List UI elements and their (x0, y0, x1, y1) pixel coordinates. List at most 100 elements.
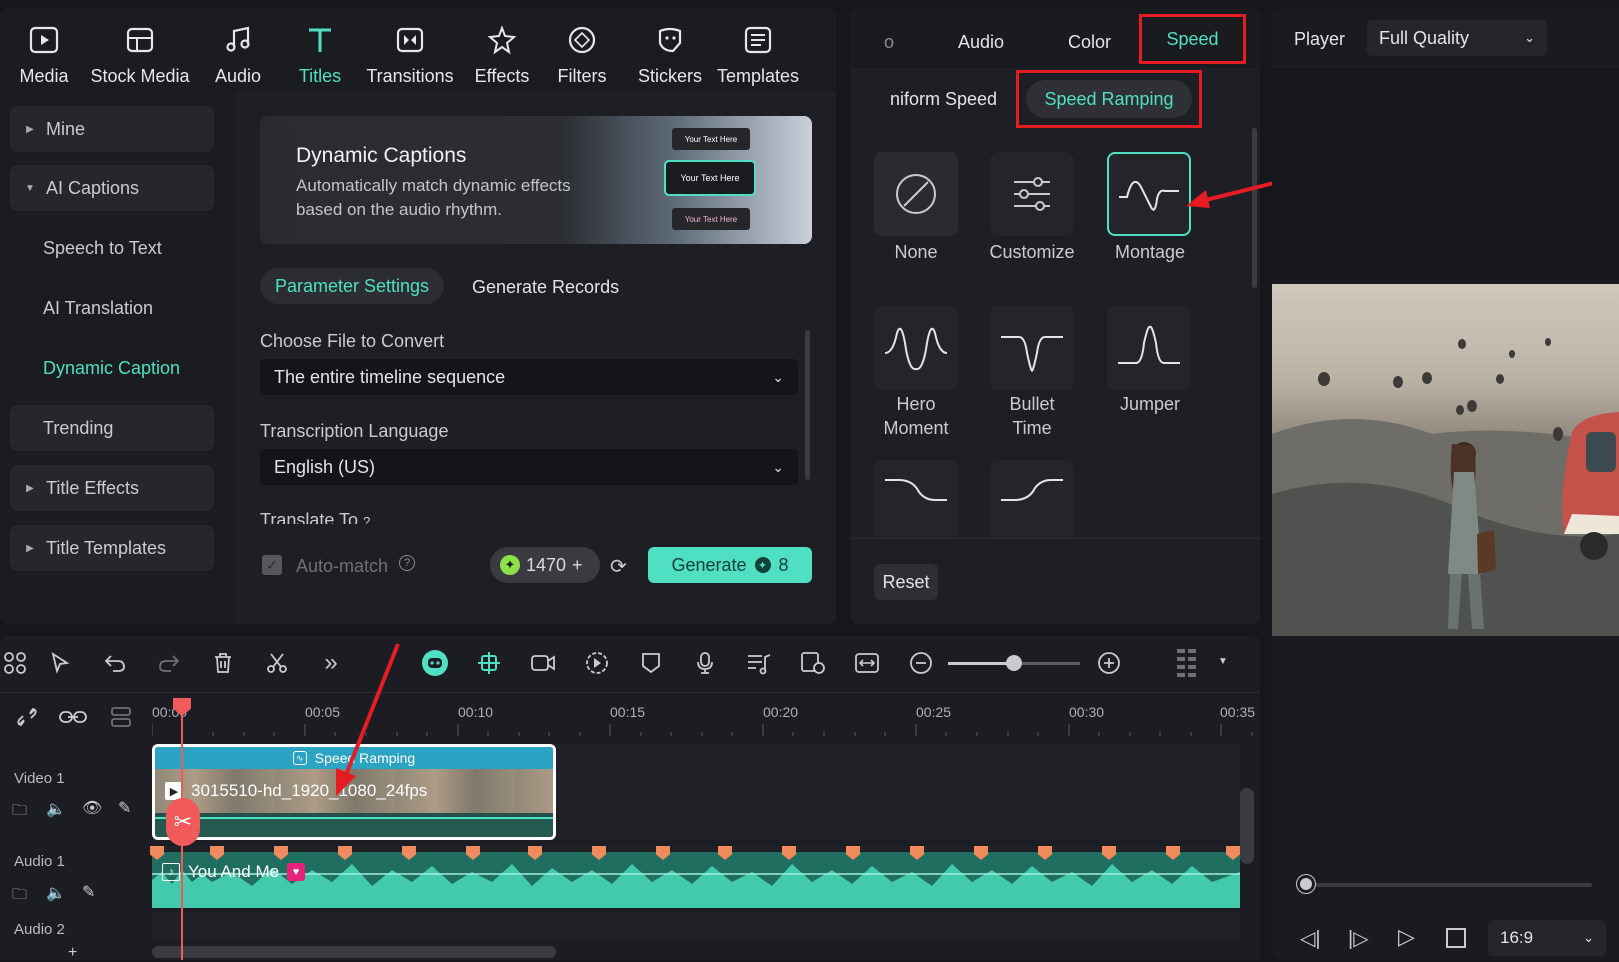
preset-hero-moment[interactable] (874, 306, 958, 390)
lock-icon[interactable]: 🗀 (12, 884, 27, 909)
zoom-slider-knob[interactable] (1006, 655, 1022, 671)
nav-stickers[interactable]: Stickers (634, 14, 706, 87)
snap-icon[interactable] (474, 648, 504, 678)
speed-ramp-badge-icon: ∿ (292, 751, 307, 765)
tab-generate-records[interactable]: Generate Records (472, 277, 619, 298)
titles-t-icon (305, 14, 335, 66)
timeline-layout-icon[interactable] (1172, 648, 1202, 678)
form-scrollbar[interactable] (805, 330, 810, 480)
banner-thumb-caption-1: Your Text Here (672, 128, 750, 150)
audio-list-icon[interactable] (744, 648, 774, 678)
timeline-horizontal-scrollbar[interactable] (152, 946, 556, 958)
reset-button[interactable]: Reset (874, 564, 938, 600)
subtab-uniform-speed[interactable]: niform Speed (890, 89, 997, 110)
transcription-language-dropdown[interactable]: English (US) ⌄ (260, 449, 798, 485)
lock-icon[interactable]: 🗀 (12, 800, 27, 825)
speaker-icon[interactable]: 🔈 (46, 883, 66, 903)
nav-transitions[interactable]: Transitions (364, 14, 456, 87)
aspect-dropdown[interactable]: 16:9 ⌄ (1488, 920, 1606, 956)
play-icon[interactable]: ▷ (1398, 924, 1415, 950)
fit-width-icon[interactable] (852, 648, 882, 678)
clip-audio-line (155, 817, 553, 837)
player-progress-track[interactable] (1300, 883, 1592, 887)
zoom-out-icon[interactable] (906, 648, 936, 678)
nav-media[interactable]: Media (12, 14, 76, 87)
magic-wand-icon[interactable]: ✎ (82, 882, 95, 902)
tab-color[interactable]: Color (1068, 32, 1111, 53)
quality-dropdown[interactable]: Full Quality ⌄ (1367, 20, 1547, 56)
track-label-audio-1: Audio 1 (14, 853, 65, 870)
subtab-speed-ramping[interactable]: Speed Ramping (1026, 80, 1192, 118)
eye-icon[interactable]: 👁 (82, 798, 102, 818)
sidebar-item-ai-captions[interactable]: ▼ AI Captions (10, 165, 214, 211)
sidebar-item-title-templates[interactable]: ▶ Title Templates (10, 525, 214, 571)
tab-speed[interactable]: Speed (1139, 14, 1246, 64)
record-video-icon[interactable] (528, 648, 558, 678)
sidebar-item-ai-translation[interactable]: AI Translation (10, 285, 214, 331)
player-progress-knob[interactable] (1296, 875, 1315, 893)
undo-icon[interactable] (100, 648, 130, 678)
sidebar-item-mine[interactable]: ▶ Mine (10, 106, 214, 152)
jumper-curve-icon (1118, 325, 1180, 364)
track-manage-icon[interactable] (106, 702, 136, 732)
link-icon[interactable] (58, 702, 88, 732)
preset-customize[interactable] (990, 152, 1074, 236)
audio-clip-name-row: ♪ You And Me ♥ (162, 862, 306, 882)
auto-match-checkbox[interactable]: ✓ (262, 555, 282, 575)
nav-templates[interactable]: Templates (716, 14, 800, 87)
tab-parameter-settings[interactable]: Parameter Settings (260, 268, 444, 304)
sidebar-item-dynamic-caption[interactable]: Dynamic Caption (10, 345, 214, 391)
magic-wand-icon[interactable]: ✎ (118, 798, 131, 818)
auto-caption-icon[interactable] (798, 648, 828, 678)
ai-robot-icon[interactable] (420, 648, 450, 678)
generate-button[interactable]: Generate ✦ 8 (648, 547, 812, 583)
stickers-icon (655, 14, 685, 66)
playhead-scissors-icon[interactable]: ✂ (166, 798, 200, 846)
nav-filters[interactable]: Filters (554, 14, 610, 87)
credits-pill[interactable]: ✦ 1470 + (490, 547, 600, 583)
zoom-in-icon[interactable] (1094, 648, 1124, 678)
prev-frame-icon[interactable]: ◁| (1300, 926, 1321, 951)
unlink-icon[interactable] (12, 702, 42, 732)
chevron-down-icon[interactable]: ▼ (1218, 656, 1228, 667)
select-cursor-icon[interactable] (46, 648, 76, 678)
marker-shield-icon[interactable] (636, 648, 666, 678)
preset-bullet-time[interactable] (990, 306, 1074, 390)
nav-titles[interactable]: Titles (292, 14, 348, 87)
speaker-icon[interactable]: 🔈 (46, 799, 66, 819)
sidebar-item-title-effects[interactable]: ▶ Title Effects (10, 465, 214, 511)
preset-hero-moment-label: Hero Moment (883, 394, 949, 438)
audio-clip[interactable]: ♪ You And Me ♥ (152, 852, 1240, 908)
preset-montage[interactable] (1107, 152, 1191, 236)
chevron-right-icon: ▶ (26, 123, 34, 135)
speed-clip-icon[interactable] (582, 648, 612, 678)
layout-grid-icon[interactable] (0, 648, 30, 678)
ruler-label: 00:25 (916, 704, 952, 720)
banner-title: Dynamic Captions (296, 144, 467, 167)
ruler-label: 00:20 (763, 704, 799, 720)
refresh-icon[interactable]: ⟳ (610, 554, 627, 579)
sidebar-item-trending[interactable]: Trending (10, 405, 214, 451)
redo-icon[interactable] (154, 648, 184, 678)
tab-cut-off[interactable]: o (884, 32, 894, 53)
choose-file-dropdown[interactable]: The entire timeline sequence ⌄ (260, 359, 798, 395)
preset-ease-in[interactable] (990, 460, 1074, 538)
delete-icon[interactable] (208, 648, 238, 678)
tab-audio[interactable]: Audio (958, 32, 1004, 53)
nav-effects[interactable]: Effects (472, 14, 532, 87)
preset-jumper[interactable] (1107, 306, 1191, 390)
music-note-icon (223, 14, 253, 66)
next-frame-icon[interactable]: |▷ (1348, 926, 1369, 951)
banner-description: Automatically match dynamic effects base… (296, 176, 571, 219)
preset-ease-out[interactable] (874, 460, 958, 538)
add-track-icon[interactable]: + (68, 944, 77, 962)
templates-icon (743, 14, 773, 66)
timeline-vertical-scrollbar[interactable] (1240, 788, 1254, 864)
nav-stock-media[interactable]: Stock Media (88, 14, 192, 87)
stop-icon[interactable] (1446, 928, 1466, 948)
preset-none[interactable] (874, 152, 958, 236)
sidebar-item-speech-to-text[interactable]: Speech to Text (10, 225, 214, 271)
microphone-icon[interactable] (690, 648, 720, 678)
scissors-icon[interactable] (262, 648, 292, 678)
nav-audio[interactable]: Audio (208, 14, 268, 87)
